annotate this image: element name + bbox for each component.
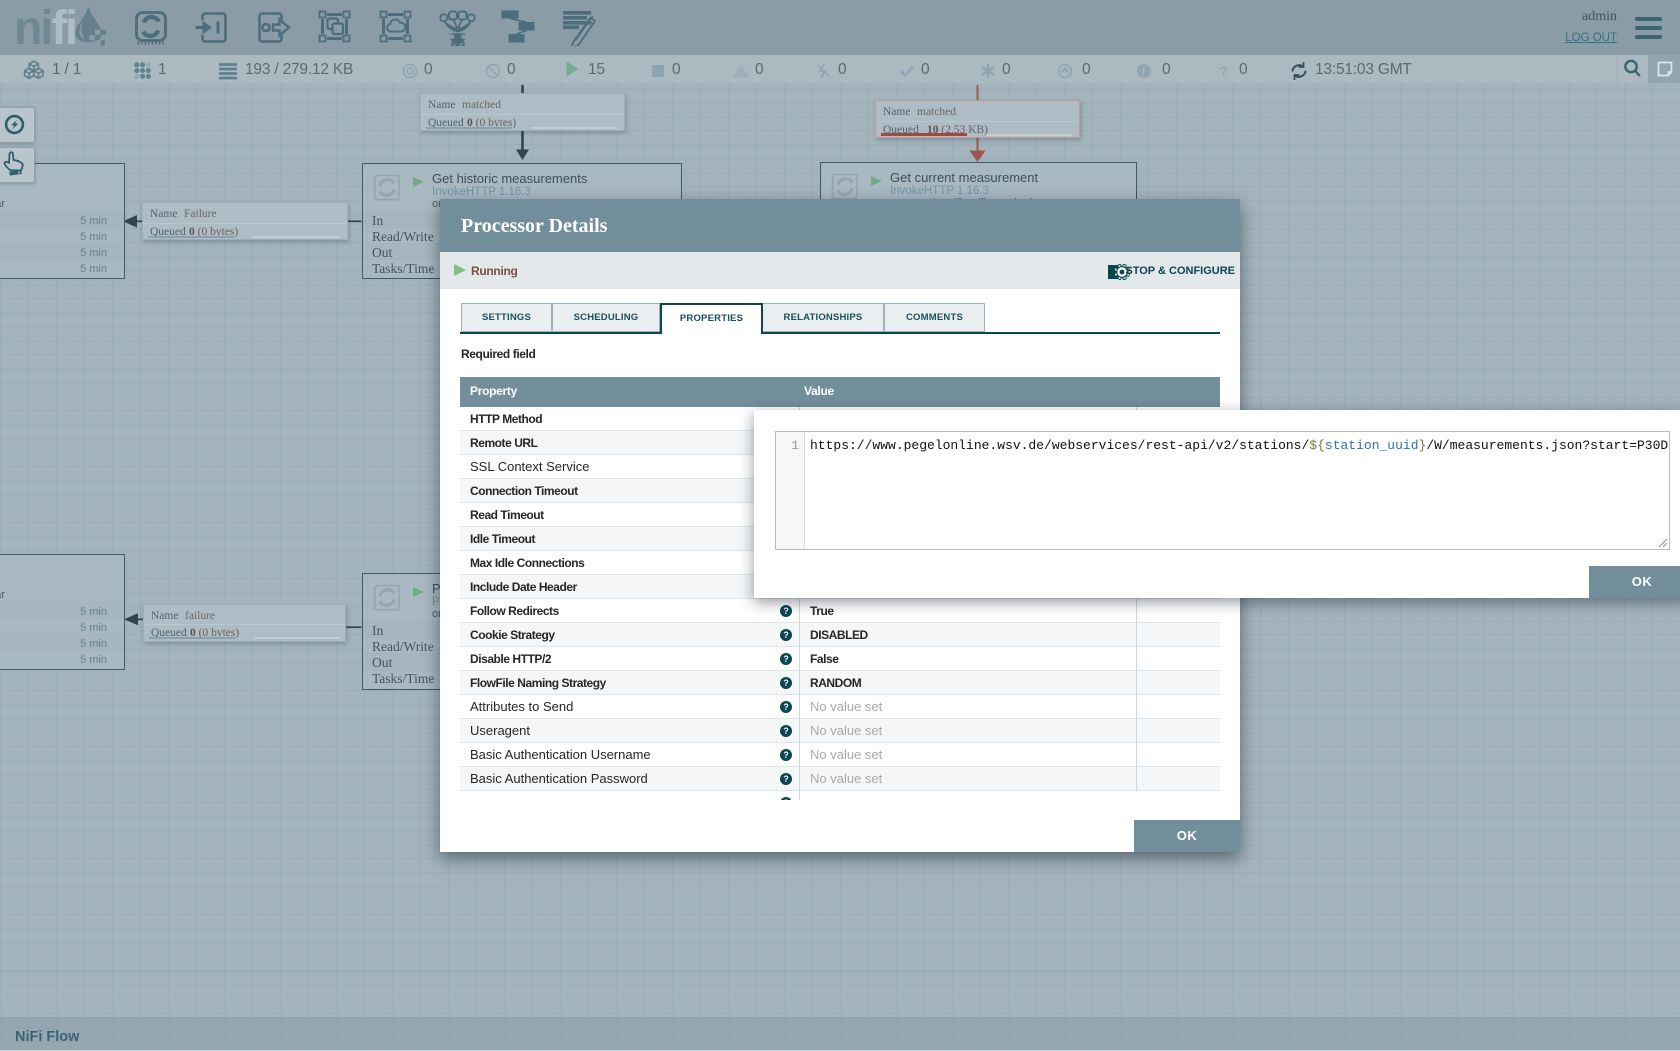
svg-text:!: !: [1142, 65, 1146, 79]
svg-text:?: ?: [1219, 64, 1228, 81]
